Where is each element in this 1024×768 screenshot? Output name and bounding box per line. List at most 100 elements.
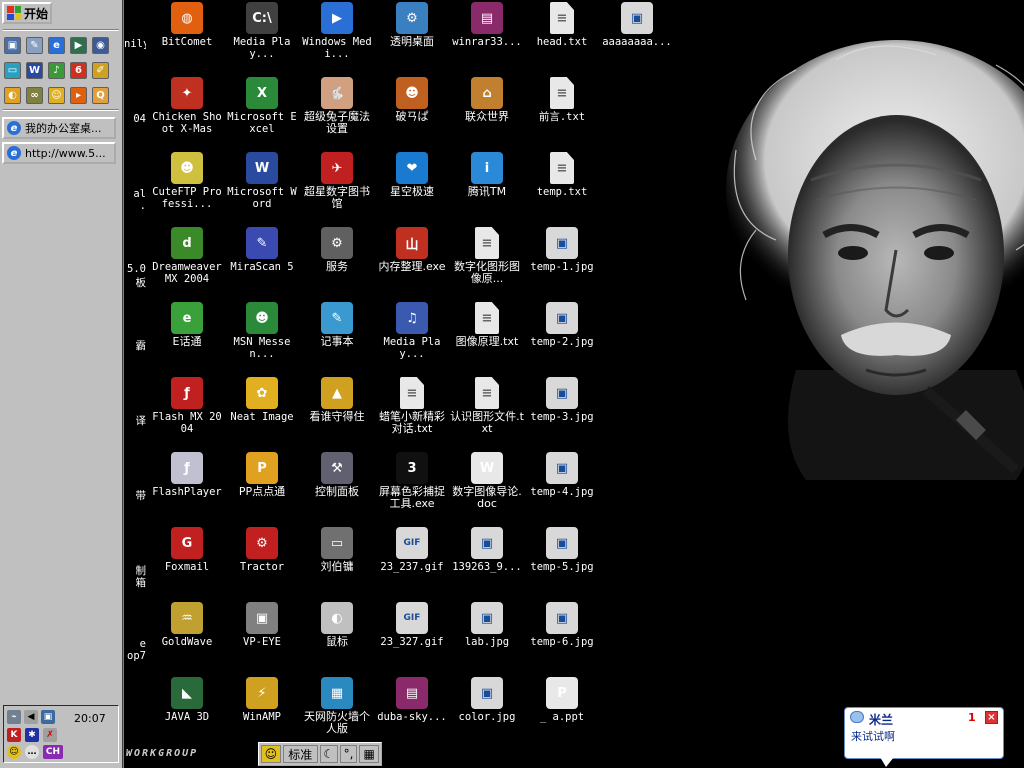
- desktop-icon[interactable]: ▤ winrar33...: [450, 2, 524, 48]
- ime-mode-button[interactable]: 标准: [282, 745, 318, 763]
- desktop-icon[interactable]: ◣ JAVA 3D: [150, 677, 224, 723]
- desktop-icon[interactable]: W 数字图像导论.doc: [450, 452, 524, 510]
- tool-icon[interactable]: ✗: [43, 728, 57, 742]
- desktop-icon[interactable]: ▣: [4, 37, 21, 54]
- desktop-icon[interactable]: ❤ 星空极速: [375, 152, 449, 198]
- qq-icon[interactable]: Q: [92, 87, 109, 104]
- folder-icon[interactable]: ▭: [4, 62, 21, 79]
- chat-message[interactable]: 来试试啊: [851, 728, 895, 744]
- desktop-icon[interactable]: ♫ Media Play...: [375, 302, 449, 360]
- desktop-icon[interactable]: e E话通: [150, 302, 224, 348]
- desktop-icon[interactable]: ☻ CuteFTP Professi...: [150, 152, 224, 210]
- monitor-icon[interactable]: ▣: [41, 710, 55, 724]
- clipped-icon-label[interactable]: 霸: [124, 338, 147, 353]
- clipped-icon-label[interactable]: 带: [124, 488, 147, 503]
- desktop-icon[interactable]: 🐇 超级兔子魔法设置: [300, 77, 374, 135]
- desktop-icon[interactable]: ⚙ Tractor: [225, 527, 299, 573]
- desktop-icon[interactable]: ▣ temp-4.jpg: [525, 452, 599, 498]
- network-icon[interactable]: ⌁: [7, 710, 21, 724]
- close-icon[interactable]: ×: [985, 711, 998, 724]
- desktop-icon[interactable]: ✎ 记事本: [300, 302, 374, 348]
- start-button[interactable]: 开始: [2, 2, 52, 24]
- desktop-icon[interactable]: GIF 23_327.gif: [375, 602, 449, 648]
- music-icon[interactable]: ♪: [48, 62, 65, 79]
- media-icon[interactable]: ▶: [70, 37, 87, 54]
- desktop-icon[interactable]: W Microsoft Word: [225, 152, 299, 210]
- face-icon[interactable]: ☺: [48, 87, 65, 104]
- desktop-icon[interactable]: ⌂ 联众世界: [450, 77, 524, 123]
- desktop-icon[interactable]: ♒ GoldWave: [150, 602, 224, 648]
- desktop-icon[interactable]: ≡ 认识图形文件.txt: [450, 377, 524, 435]
- desktop-icon[interactable]: ≡ head.txt: [525, 2, 599, 48]
- desktop-icon[interactable]: ≡ temp.txt: [525, 152, 599, 198]
- desktop-icon[interactable]: ▦ 天网防火墙个人版: [300, 677, 374, 735]
- ie-icon[interactable]: e: [48, 37, 65, 54]
- desktop-icon[interactable]: ✦ Chicken Shoot X-Mas: [150, 77, 224, 135]
- player-icon[interactable]: ◉: [92, 37, 109, 54]
- clipped-icon-label[interactable]: 5.0: [124, 263, 146, 275]
- desktop-icon[interactable]: ☻ 破ㄢぱ: [375, 77, 449, 123]
- desktop-icon[interactable]: ⚙ 服务: [300, 227, 374, 273]
- clipped-icon-label[interactable]: 箱: [124, 575, 147, 590]
- desktop-icon[interactable]: 山内存整理.exe: [375, 227, 449, 273]
- desktop-icon[interactable]: ✎ MiraScan 5: [225, 227, 299, 273]
- desktop-icon[interactable]: ≡ 前言.txt: [525, 77, 599, 123]
- smiley-icon[interactable]: ☺: [7, 745, 21, 759]
- desktop-icon[interactable]: ✈ 超星数字图书馆: [300, 152, 374, 210]
- clock[interactable]: 20:07: [74, 712, 106, 725]
- desktop-icon[interactable]: ☻ MSN Messen...: [225, 302, 299, 360]
- punctuation-icon[interactable]: °,: [339, 745, 358, 763]
- task-button-url[interactable]: e http://www.5...: [2, 142, 116, 164]
- desktop-icon[interactable]: C:\ Media Play...: [225, 2, 299, 60]
- desktop-icon[interactable]: ƒ Flash MX 2004: [150, 377, 224, 435]
- ime-logo-icon[interactable]: ☺: [261, 745, 281, 763]
- glasses-icon[interactable]: ∞: [26, 87, 43, 104]
- desktop-icon[interactable]: ▣ 139263_9...: [450, 527, 524, 573]
- volume-icon[interactable]: ◀: [24, 710, 38, 724]
- desktop-icon[interactable]: ▭ 刘伯镛: [300, 527, 374, 573]
- desktop-icon[interactable]: P PP点点通: [225, 452, 299, 498]
- desktop-icon[interactable]: ⚙ 透明桌面: [375, 2, 449, 48]
- desktop-icon[interactable]: ▣ VP-EYE: [225, 602, 299, 648]
- desktop-icon[interactable]: ▶ Windows Medi...: [300, 2, 374, 60]
- desktop-icon[interactable]: X Microsoft Excel: [225, 77, 299, 135]
- clipped-icon-label[interactable]: 板: [124, 275, 147, 290]
- desktop-icon[interactable]: ▣ aaaaaaaa...: [600, 2, 674, 48]
- flag-icon[interactable]: ✱: [25, 728, 39, 742]
- fire-icon[interactable]: 6: [70, 62, 87, 79]
- desktop-icon[interactable]: ✿ Neat Image: [225, 377, 299, 423]
- clipped-icon-label[interactable]: al: [124, 188, 146, 200]
- chat-bubble-icon[interactable]: …: [25, 745, 39, 759]
- clipped-icon-label[interactable]: .: [124, 200, 146, 212]
- desktop-icon[interactable]: ◍ BitComet: [150, 2, 224, 48]
- desktop-icon[interactable]: ⚒ 控制面板: [300, 452, 374, 498]
- desktop-icon[interactable]: ▣ temp-2.jpg: [525, 302, 599, 348]
- notepad-icon[interactable]: ✎: [26, 37, 43, 54]
- clipped-icon-label[interactable]: e: [124, 638, 146, 650]
- desktop-icon[interactable]: ≡ 图像原理.txt: [450, 302, 524, 348]
- word-icon[interactable]: W: [26, 62, 43, 79]
- chat-notification-popup[interactable]: 米兰 1 × 来试试啊: [844, 707, 1004, 759]
- desktop-icon[interactable]: ▣ lab.jpg: [450, 602, 524, 648]
- ime-indicator[interactable]: CH: [43, 745, 63, 759]
- desktop-icon[interactable]: ⚡ WinAMP: [225, 677, 299, 723]
- desktop-icon[interactable]: ▤ duba-sky...: [375, 677, 449, 723]
- desktop-icon[interactable]: ◐ 鼠标: [300, 602, 374, 648]
- pencil-icon[interactable]: ✐: [92, 62, 109, 79]
- desktop-icon[interactable]: 3 屏幕色彩捕捉工具.exe: [375, 452, 449, 510]
- arrow-icon[interactable]: ▸: [70, 87, 87, 104]
- winamp-icon[interactable]: ◐: [4, 87, 21, 104]
- k-icon[interactable]: K: [7, 728, 21, 742]
- desktop-icon[interactable]: ▣ temp-1.jpg: [525, 227, 599, 273]
- clipped-icon-label[interactable]: 译: [124, 413, 147, 428]
- desktop-icon[interactable]: ▣ temp-6.jpg: [525, 602, 599, 648]
- desktop-icon[interactable]: P _ a.ppt: [525, 677, 599, 723]
- desktop-icon[interactable]: ≡ 数字化图形图像原...: [450, 227, 524, 285]
- desktop-icon[interactable]: i 腾讯TM: [450, 152, 524, 198]
- desktop-icon[interactable]: GIF 23_237.gif: [375, 527, 449, 573]
- keyboard-icon[interactable]: ▦: [359, 745, 379, 763]
- desktop-icon[interactable]: ▣ temp-5.jpg: [525, 527, 599, 573]
- moon-icon[interactable]: ☾: [319, 745, 338, 763]
- clipped-icon-label[interactable]: 04: [124, 113, 146, 125]
- desktop-icon[interactable]: ▣ color.jpg: [450, 677, 524, 723]
